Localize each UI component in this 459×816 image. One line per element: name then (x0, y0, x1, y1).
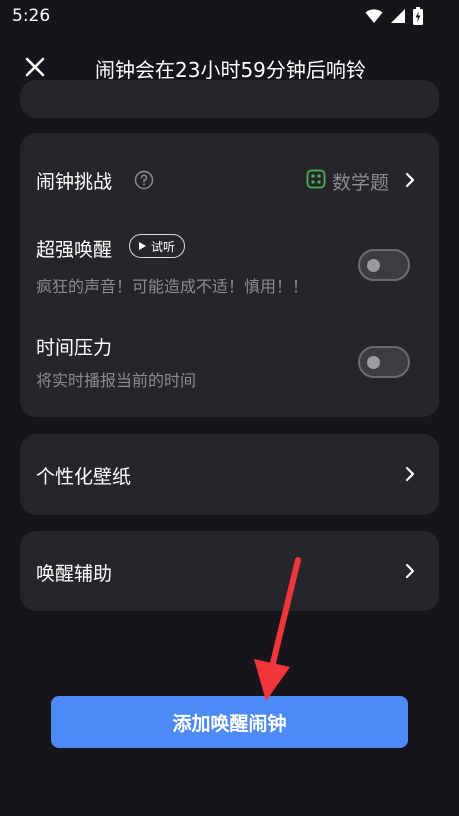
wake-assist-label: 唤醒辅助 (36, 563, 113, 585)
status-icons (365, 7, 423, 25)
help-icon[interactable] (134, 170, 154, 190)
chevron-right-icon (405, 466, 415, 482)
super-wake-label: 超强唤醒 (36, 239, 113, 261)
super-wake-toggle[interactable] (358, 249, 410, 281)
time-pressure-label: 时间压力 (36, 337, 113, 359)
battery-icon (413, 7, 423, 25)
add-wake-alarm-button[interactable]: 添加唤醒闹钟 (51, 696, 408, 748)
chevron-right-icon (405, 563, 415, 579)
time-pressure-description: 将实时播报当前的时间 (36, 371, 197, 390)
wake-assist-row[interactable]: 唤醒辅助 (20, 531, 439, 611)
status-time: 5:26 (12, 6, 51, 26)
wallpaper-row[interactable]: 个性化壁纸 (20, 434, 439, 515)
challenge-row[interactable]: 闹钟挑战 数学题 (20, 133, 439, 223)
wifi-icon (365, 9, 383, 23)
dice-icon (306, 169, 326, 189)
alarm-settings-card: 闹钟挑战 数学题 超强唤醒 试听 疯狂的声音！可能造成不适！慎用！！ 时间压力 … (20, 133, 439, 417)
close-icon[interactable] (22, 54, 48, 80)
toggle-knob (367, 259, 380, 272)
challenge-label: 闹钟挑战 (36, 171, 113, 193)
settings-card-partial (20, 80, 439, 118)
play-icon (139, 242, 146, 250)
time-pressure-toggle[interactable] (358, 346, 410, 378)
signal-icon (391, 9, 405, 23)
preview-sound-label: 试听 (151, 239, 176, 254)
annotation-arrow-icon (254, 557, 301, 701)
preview-sound-button[interactable]: 试听 (129, 234, 186, 258)
page-title: 闹钟会在23小时59分钟后响铃 (95, 58, 366, 82)
toggle-knob (367, 356, 380, 369)
status-bar: 5:26 (0, 0, 459, 32)
chevron-right-icon (405, 172, 415, 188)
challenge-value: 数学题 (332, 172, 390, 194)
super-wake-description: 疯狂的声音！可能造成不适！慎用！！ (36, 277, 309, 296)
wallpaper-label: 个性化壁纸 (36, 466, 132, 488)
